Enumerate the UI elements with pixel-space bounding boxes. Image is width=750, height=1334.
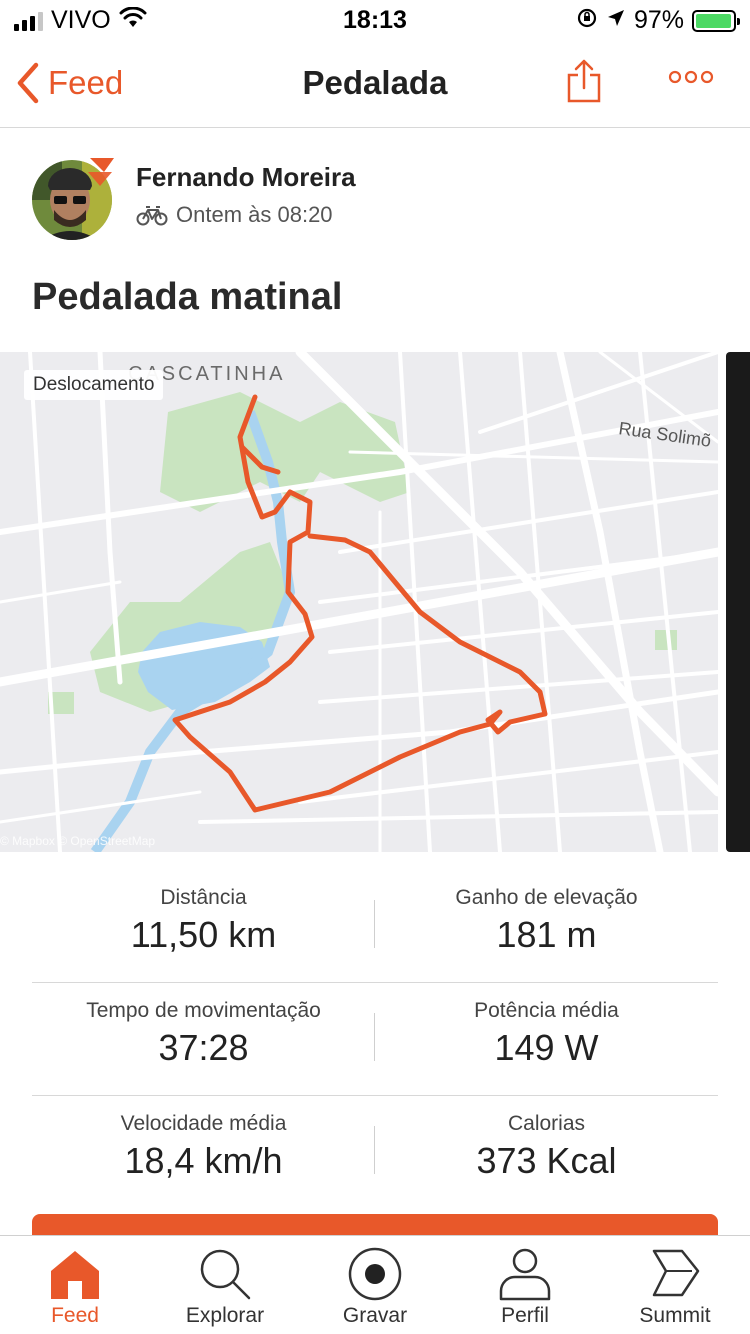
location-arrow-icon [606, 8, 626, 33]
stat-calories: Calorias 373 Kcal [375, 1112, 718, 1182]
orientation-lock-icon [576, 7, 598, 34]
more-options-button[interactable] [668, 70, 714, 89]
stat-value: 37:28 [158, 1027, 249, 1068]
tab-record[interactable]: Gravar [300, 1246, 450, 1328]
page-title: Pedalada [302, 64, 448, 101]
tab-feed[interactable]: Feed [0, 1246, 150, 1328]
stat-label: Velocidade média [120, 1112, 287, 1135]
summit-icon [652, 1249, 700, 1297]
tab-summit[interactable]: Summit [600, 1246, 750, 1328]
activity-title[interactable]: Pedalada matinal [32, 276, 342, 319]
map-attribution[interactable]: © Mapbox © OpenStreetMap [0, 834, 155, 848]
map-park [655, 630, 677, 650]
tab-profile[interactable]: Perfil [450, 1246, 600, 1328]
tab-label: Perfil [501, 1304, 549, 1327]
record-icon [348, 1247, 402, 1301]
tab-explore[interactable]: Explorar [150, 1246, 300, 1328]
map-badge: Deslocamento [24, 370, 164, 400]
more-options-icon [668, 70, 714, 84]
status-bar: VIVO 18:13 97% [0, 0, 750, 40]
battery-percent: 97% [633, 6, 684, 34]
tab-label: Feed [51, 1304, 99, 1327]
bicycle-icon [136, 206, 168, 226]
activity-timestamp: Ontem às 08:20 [176, 202, 333, 227]
athlete-name[interactable]: Fernando Moreira [136, 162, 356, 193]
home-icon [51, 1251, 99, 1299]
stat-label: Ganho de elevação [455, 886, 638, 909]
tab-label: Explorar [185, 1304, 265, 1327]
stat-distance: Distância 11,50 km [32, 886, 375, 956]
share-icon [567, 59, 601, 103]
profile-icon [499, 1248, 551, 1301]
stats-row: Distância 11,50 km Ganho de elevação 181… [32, 870, 718, 983]
stat-average-speed: Velocidade média 18,4 km/h [32, 1112, 375, 1182]
action-banner[interactable] [32, 1214, 718, 1236]
stat-label: Calorias [507, 1112, 586, 1135]
stat-value: 373 Kcal [476, 1140, 617, 1181]
stat-label: Potência média [474, 999, 619, 1022]
search-icon [200, 1249, 251, 1300]
stat-moving-time: Tempo de movimentação 37:28 [32, 999, 375, 1069]
stats-row: Velocidade média 18,4 km/h Calorias 373 … [32, 1096, 718, 1209]
share-button[interactable] [566, 58, 602, 109]
stat-average-power: Potência média 149 W [375, 999, 718, 1069]
next-map-preview[interactable] [726, 352, 750, 852]
tab-label: Gravar [342, 1304, 408, 1327]
battery-charging-icon [692, 9, 740, 32]
route-map[interactable]: CASCATINHA Rua Solimõ Deslocamento © Map… [0, 352, 718, 852]
subscriber-badge-icon [86, 156, 116, 193]
stat-value: 11,50 km [130, 914, 277, 955]
stats-grid: Distância 11,50 km Ganho de elevação 181… [32, 870, 718, 1209]
nav-bar: Feed Pedalada [0, 40, 750, 128]
stat-value: 18,4 km/h [124, 1140, 283, 1181]
stat-value: 181 m [496, 914, 597, 955]
tab-bar: Feed Explorar Gravar Perfil Summit [0, 1235, 750, 1334]
tab-label: Summit [639, 1304, 711, 1327]
activity-meta: Ontem às 08:20 [136, 202, 333, 228]
stat-label: Tempo de movimentação [86, 999, 321, 1022]
stats-row: Tempo de movimentação 37:28 Potência méd… [32, 983, 718, 1096]
stat-label: Distância [160, 886, 247, 909]
stat-value: 149 W [494, 1027, 599, 1068]
stat-elevation-gain: Ganho de elevação 181 m [375, 886, 718, 956]
